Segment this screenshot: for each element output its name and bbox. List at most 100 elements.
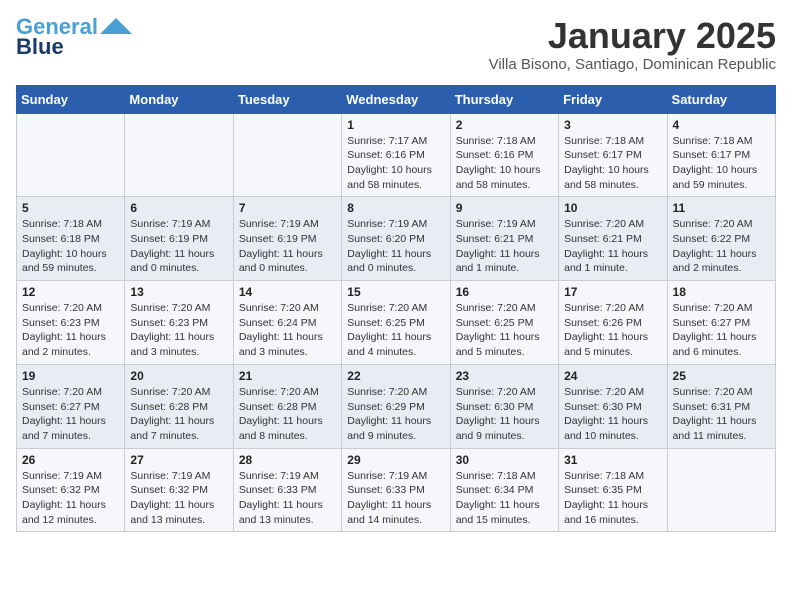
day-info: Sunrise: 7:20 AMSunset: 6:30 PMDaylight:… bbox=[564, 385, 661, 444]
table-row bbox=[17, 113, 125, 197]
day-number: 9 bbox=[456, 201, 553, 215]
day-number: 6 bbox=[130, 201, 227, 215]
calendar-week-row: 5Sunrise: 7:18 AMSunset: 6:18 PMDaylight… bbox=[17, 197, 776, 281]
day-number: 29 bbox=[347, 453, 444, 467]
table-row: 4Sunrise: 7:18 AMSunset: 6:17 PMDaylight… bbox=[667, 113, 775, 197]
table-row: 2 Sunrise: 7:18 AMSunset: 6:16 PMDaylight… bbox=[450, 113, 558, 197]
logo-blue: Blue bbox=[16, 34, 64, 60]
page-header: General Blue January 2025 Villa Bisono, … bbox=[16, 16, 776, 73]
day-info: Sunrise: 7:18 AMSunset: 6:16 PMDaylight:… bbox=[456, 134, 553, 193]
day-info: Sunrise: 7:20 AMSunset: 6:25 PMDaylight:… bbox=[456, 301, 553, 360]
table-row: 18 Sunrise: 7:20 AMSunset: 6:27 PMDayligh… bbox=[667, 281, 775, 365]
day-info: Sunrise: 7:20 AMSunset: 6:30 PMDaylight:… bbox=[456, 385, 553, 444]
col-saturday: Saturday bbox=[667, 85, 775, 113]
day-info: Sunrise: 7:18 AMSunset: 6:17 PMDaylight:… bbox=[673, 134, 770, 193]
day-number: 26 bbox=[22, 453, 119, 467]
table-row: 25 Sunrise: 7:20 AMSunset: 6:31 PMDayligh… bbox=[667, 364, 775, 448]
day-number: 14 bbox=[239, 285, 336, 299]
table-row: 5Sunrise: 7:18 AMSunset: 6:18 PMDaylight… bbox=[17, 197, 125, 281]
day-info: Sunrise: 7:19 AMSunset: 6:32 PMDaylight:… bbox=[130, 469, 227, 528]
day-info: Sunrise: 7:20 AMSunset: 6:23 PMDaylight:… bbox=[130, 301, 227, 360]
day-number: 3 bbox=[564, 118, 661, 132]
day-info: Sunrise: 7:19 AMSunset: 6:19 PMDaylight:… bbox=[239, 217, 336, 276]
col-friday: Friday bbox=[559, 85, 667, 113]
day-info: Sunrise: 7:20 AMSunset: 6:21 PMDaylight:… bbox=[564, 217, 661, 276]
calendar-week-row: 1 Sunrise: 7:17 AMSunset: 6:16 PMDaylight… bbox=[17, 113, 776, 197]
table-row: 13 Sunrise: 7:20 AMSunset: 6:23 PMDayligh… bbox=[125, 281, 233, 365]
calendar-week-row: 19Sunrise: 7:20 AMSunset: 6:27 PMDayligh… bbox=[17, 364, 776, 448]
location-title: Villa Bisono, Santiago, Dominican Republ… bbox=[489, 56, 776, 73]
table-row: 10Sunrise: 7:20 AMSunset: 6:21 PMDayligh… bbox=[559, 197, 667, 281]
day-info: Sunrise: 7:20 AMSunset: 6:24 PMDaylight:… bbox=[239, 301, 336, 360]
logo: General Blue bbox=[16, 16, 132, 60]
table-row: 1 Sunrise: 7:17 AMSunset: 6:16 PMDaylight… bbox=[342, 113, 450, 197]
day-number: 23 bbox=[456, 369, 553, 383]
table-row: 21Sunrise: 7:20 AMSunset: 6:28 PMDayligh… bbox=[233, 364, 341, 448]
day-number: 8 bbox=[347, 201, 444, 215]
calendar-header-row: Sunday Monday Tuesday Wednesday Thursday… bbox=[17, 85, 776, 113]
table-row bbox=[125, 113, 233, 197]
day-info: Sunrise: 7:20 AMSunset: 6:27 PMDaylight:… bbox=[673, 301, 770, 360]
table-row: 9Sunrise: 7:19 AMSunset: 6:21 PMDaylight… bbox=[450, 197, 558, 281]
day-info: Sunrise: 7:17 AMSunset: 6:16 PMDaylight:… bbox=[347, 134, 444, 193]
day-number: 1 bbox=[347, 118, 444, 132]
day-info: Sunrise: 7:18 AMSunset: 6:34 PMDaylight:… bbox=[456, 469, 553, 528]
col-sunday: Sunday bbox=[17, 85, 125, 113]
day-number: 7 bbox=[239, 201, 336, 215]
table-row: 3 Sunrise: 7:18 AMSunset: 6:17 PMDaylight… bbox=[559, 113, 667, 197]
table-row bbox=[233, 113, 341, 197]
title-area: January 2025 Villa Bisono, Santiago, Dom… bbox=[489, 16, 776, 73]
table-row: 22 Sunrise: 7:20 AMSunset: 6:29 PMDayligh… bbox=[342, 364, 450, 448]
day-number: 22 bbox=[347, 369, 444, 383]
day-number: 24 bbox=[564, 369, 661, 383]
table-row: 23 Sunrise: 7:20 AMSunset: 6:30 PMDayligh… bbox=[450, 364, 558, 448]
table-row: 19Sunrise: 7:20 AMSunset: 6:27 PMDayligh… bbox=[17, 364, 125, 448]
day-info: Sunrise: 7:20 AMSunset: 6:27 PMDaylight:… bbox=[22, 385, 119, 444]
day-number: 5 bbox=[22, 201, 119, 215]
day-info: Sunrise: 7:20 AMSunset: 6:26 PMDaylight:… bbox=[564, 301, 661, 360]
day-number: 13 bbox=[130, 285, 227, 299]
calendar-table: Sunday Monday Tuesday Wednesday Thursday… bbox=[16, 85, 776, 533]
day-info: Sunrise: 7:18 AMSunset: 6:17 PMDaylight:… bbox=[564, 134, 661, 193]
table-row: 17 Sunrise: 7:20 AMSunset: 6:26 PMDayligh… bbox=[559, 281, 667, 365]
table-row: 8Sunrise: 7:19 AMSunset: 6:20 PMDaylight… bbox=[342, 197, 450, 281]
table-row: 24 Sunrise: 7:20 AMSunset: 6:30 PMDayligh… bbox=[559, 364, 667, 448]
table-row: 27Sunrise: 7:19 AMSunset: 6:32 PMDayligh… bbox=[125, 448, 233, 532]
table-row: 7 Sunrise: 7:19 AMSunset: 6:19 PMDaylight… bbox=[233, 197, 341, 281]
table-row: 20Sunrise: 7:20 AMSunset: 6:28 PMDayligh… bbox=[125, 364, 233, 448]
day-info: Sunrise: 7:20 AMSunset: 6:29 PMDaylight:… bbox=[347, 385, 444, 444]
month-title: January 2025 bbox=[489, 16, 776, 56]
day-info: Sunrise: 7:18 AMSunset: 6:35 PMDaylight:… bbox=[564, 469, 661, 528]
day-info: Sunrise: 7:20 AMSunset: 6:22 PMDaylight:… bbox=[673, 217, 770, 276]
day-number: 17 bbox=[564, 285, 661, 299]
day-info: Sunrise: 7:19 AMSunset: 6:33 PMDaylight:… bbox=[239, 469, 336, 528]
day-number: 31 bbox=[564, 453, 661, 467]
table-row: 31 Sunrise: 7:18 AMSunset: 6:35 PMDayligh… bbox=[559, 448, 667, 532]
day-info: Sunrise: 7:20 AMSunset: 6:31 PMDaylight:… bbox=[673, 385, 770, 444]
table-row: 16 Sunrise: 7:20 AMSunset: 6:25 PMDayligh… bbox=[450, 281, 558, 365]
table-row: 15 Sunrise: 7:20 AMSunset: 6:25 PMDayligh… bbox=[342, 281, 450, 365]
day-info: Sunrise: 7:19 AMSunset: 6:19 PMDaylight:… bbox=[130, 217, 227, 276]
day-info: Sunrise: 7:20 AMSunset: 6:28 PMDaylight:… bbox=[239, 385, 336, 444]
day-number: 28 bbox=[239, 453, 336, 467]
col-tuesday: Tuesday bbox=[233, 85, 341, 113]
table-row: 12Sunrise: 7:20 AMSunset: 6:23 PMDayligh… bbox=[17, 281, 125, 365]
day-info: Sunrise: 7:20 AMSunset: 6:23 PMDaylight:… bbox=[22, 301, 119, 360]
col-wednesday: Wednesday bbox=[342, 85, 450, 113]
day-number: 18 bbox=[673, 285, 770, 299]
logo-icon bbox=[100, 16, 132, 38]
col-thursday: Thursday bbox=[450, 85, 558, 113]
day-number: 16 bbox=[456, 285, 553, 299]
table-row: 14 Sunrise: 7:20 AMSunset: 6:24 PMDayligh… bbox=[233, 281, 341, 365]
table-row: 6 Sunrise: 7:19 AMSunset: 6:19 PMDaylight… bbox=[125, 197, 233, 281]
day-info: Sunrise: 7:19 AMSunset: 6:32 PMDaylight:… bbox=[22, 469, 119, 528]
day-info: Sunrise: 7:19 AMSunset: 6:33 PMDaylight:… bbox=[347, 469, 444, 528]
day-number: 2 bbox=[456, 118, 553, 132]
day-number: 20 bbox=[130, 369, 227, 383]
day-number: 15 bbox=[347, 285, 444, 299]
day-number: 25 bbox=[673, 369, 770, 383]
day-info: Sunrise: 7:20 AMSunset: 6:25 PMDaylight:… bbox=[347, 301, 444, 360]
table-row: 26 Sunrise: 7:19 AMSunset: 6:32 PMDayligh… bbox=[17, 448, 125, 532]
table-row: 11Sunrise: 7:20 AMSunset: 6:22 PMDayligh… bbox=[667, 197, 775, 281]
table-row: 29 Sunrise: 7:19 AMSunset: 6:33 PMDayligh… bbox=[342, 448, 450, 532]
